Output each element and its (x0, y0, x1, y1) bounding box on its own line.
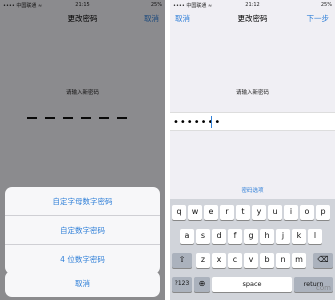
keyboard-row-1: q w e r t y u i o p (170, 205, 335, 220)
key[interactable]: t (236, 205, 250, 220)
key[interactable]: o (300, 205, 314, 220)
left-phone-screen: •••• 中国联通 ≈ 21:15 25% 更改密码 取消 请输入新密码 自定字… (0, 0, 165, 300)
key[interactable]: s (196, 229, 210, 244)
navigation-bar: 取消 更改密码 下一步 (170, 9, 335, 27)
password-field[interactable] (170, 112, 335, 131)
key[interactable]: z (196, 253, 210, 268)
key[interactable]: f (228, 229, 242, 244)
space-key[interactable]: space (212, 277, 292, 292)
key[interactable]: r (220, 205, 234, 220)
key[interactable]: u (268, 205, 282, 220)
key[interactable]: i (284, 205, 298, 220)
keyboard-row-2: a s d f g h j k l (170, 229, 335, 244)
option-custom-alphanumeric[interactable]: 自定字母数字密码 (5, 187, 160, 216)
keyboard: q w e r t y u i o p a s d f g h j k l ⇧ … (170, 199, 335, 300)
key[interactable]: a (180, 229, 194, 244)
sheet-cancel-button[interactable]: 取消 (5, 271, 160, 297)
key[interactable]: c (228, 253, 242, 268)
keyboard-row-3: ⇧ z x c v b n m ⌫ (170, 253, 335, 268)
shift-key-icon[interactable]: ⇧ (172, 253, 192, 268)
globe-key-icon[interactable]: ⊕ (194, 277, 210, 292)
key[interactable]: m (292, 253, 306, 268)
option-4-digit[interactable]: 4 位数字密码 (5, 245, 160, 274)
password-input[interactable] (173, 116, 293, 129)
right-phone-screen: •••• 中国联通 ≈ 21:12 25% 取消 更改密码 下一步 请输入新密码… (170, 0, 335, 300)
passcode-options-sheet: 自定字母数字密码 自定数字密码 4 位数字密码 (5, 187, 160, 274)
text-caret (211, 116, 212, 128)
watermark: com (316, 284, 331, 292)
key[interactable]: n (276, 253, 290, 268)
new-password-prompt: 请输入新密码 (235, 90, 269, 96)
key[interactable]: d (212, 229, 226, 244)
key[interactable]: v (244, 253, 258, 268)
passcode-options-link[interactable]: 密码选项 (170, 186, 335, 194)
option-custom-numeric[interactable]: 自定数字密码 (5, 216, 160, 245)
key[interactable]: j (276, 229, 290, 244)
key[interactable]: e (204, 205, 218, 220)
clock: 21:12 (245, 2, 260, 8)
key[interactable]: h (260, 229, 274, 244)
key[interactable]: w (188, 205, 202, 220)
key[interactable]: g (244, 229, 258, 244)
next-button[interactable]: 下一步 (307, 13, 330, 24)
key[interactable]: q (172, 205, 186, 220)
key[interactable]: y (252, 205, 266, 220)
key[interactable]: k (292, 229, 306, 244)
status-bar: •••• 中国联通 ≈ 21:12 25% (170, 0, 335, 9)
battery-label: 25% (320, 2, 332, 8)
numbers-key[interactable]: ?123 (172, 277, 192, 292)
key[interactable]: x (212, 253, 226, 268)
key[interactable]: p (316, 205, 330, 220)
delete-key-icon[interactable]: ⌫ (313, 253, 333, 268)
key[interactable]: b (260, 253, 274, 268)
key[interactable]: l (308, 229, 322, 244)
keyboard-row-4: ?123 ⊕ space return (170, 277, 335, 292)
